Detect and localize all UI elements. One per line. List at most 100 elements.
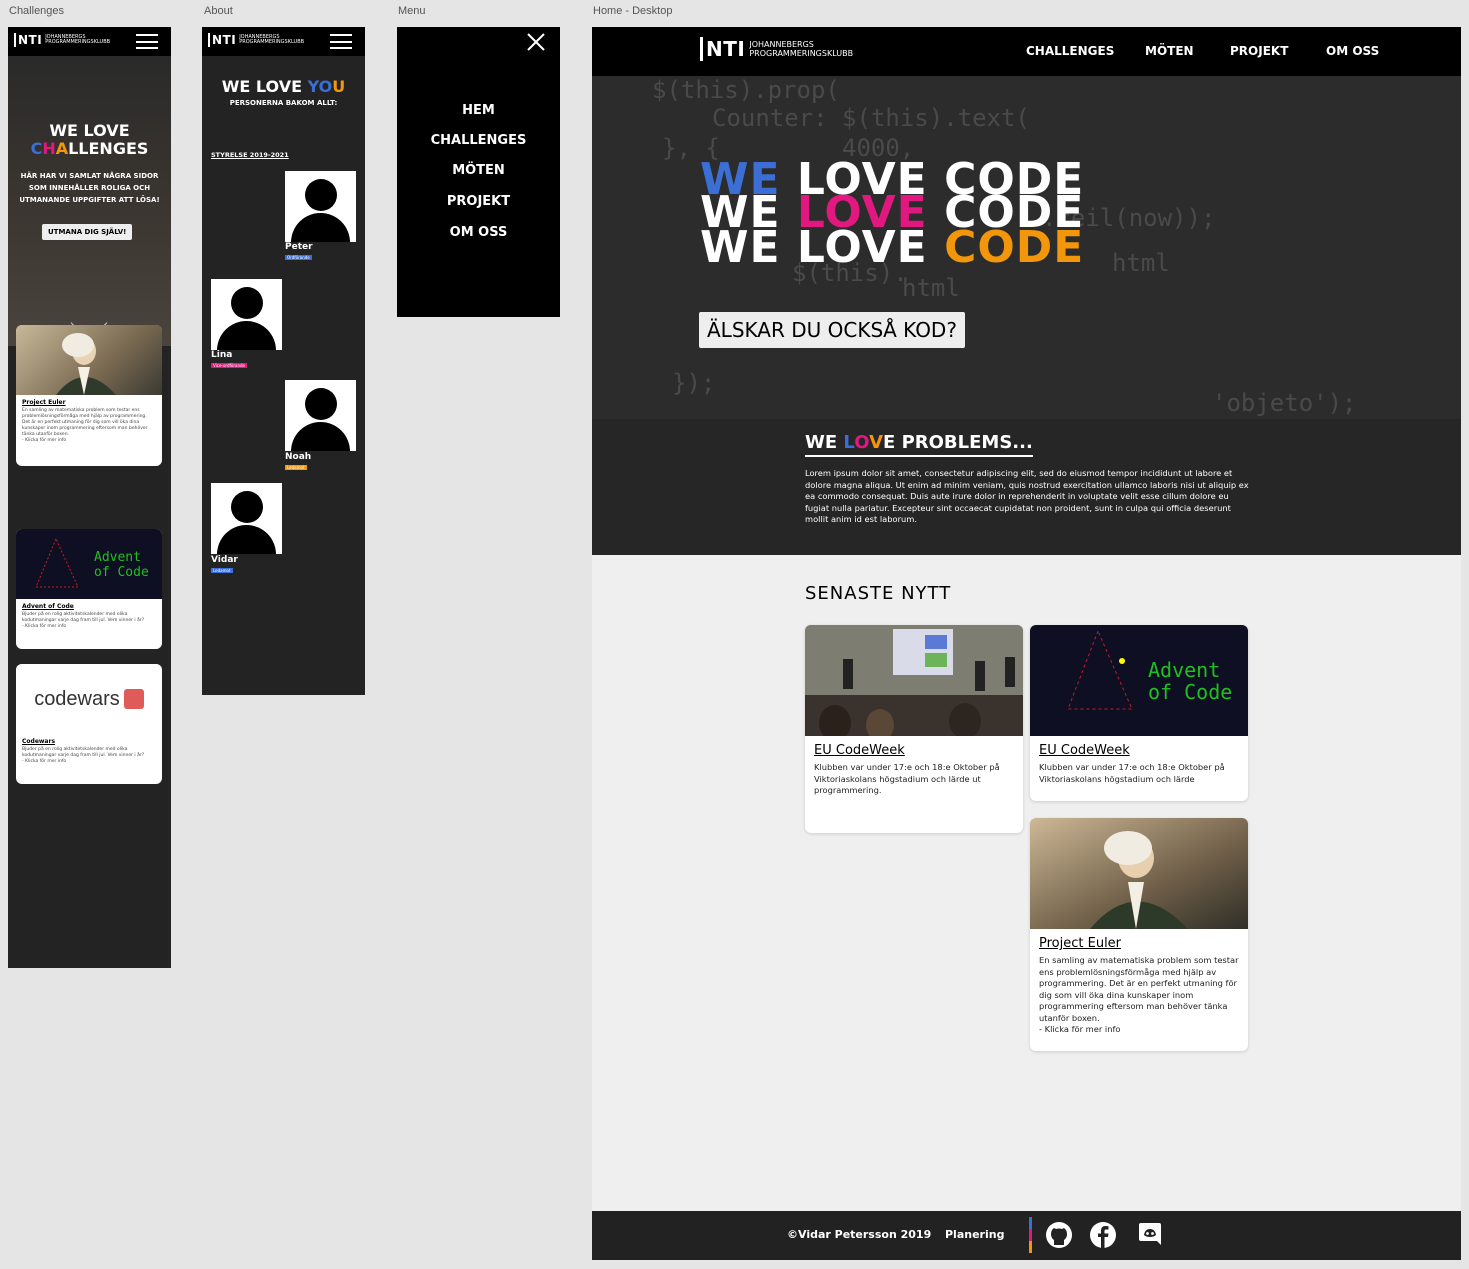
news-card-title[interactable]: Project Euler (1039, 936, 1239, 951)
close-icon[interactable] (527, 33, 545, 51)
news-card-title[interactable]: EU CodeWeek (814, 743, 1014, 758)
nav-moten[interactable]: MÖTEN (1145, 44, 1194, 58)
svg-text:Advent: Advent (94, 550, 141, 565)
logo[interactable]: NTI JOHANNEBERGS PROGRAMMERINGSKLUBB (700, 37, 853, 61)
classroom-photo-icon (805, 625, 1023, 736)
euler-portrait-icon (56, 333, 116, 395)
artboard-label-about: About (204, 5, 233, 17)
card-description: Bjuder på en rolig aktivitetskalender me… (22, 612, 145, 623)
love-code-button[interactable]: ÄLSKAR DU OCKSÅ KOD? (699, 312, 965, 348)
card-more-info: - Klicka för mer info (22, 438, 67, 443)
avatar-noah (285, 380, 356, 451)
challenges-intro: HÄR HAR VI SAMLAT NÅGRA SIDOR SOM INNEHÅ… (19, 172, 160, 204)
menu-item-om-oss[interactable]: OM OSS (397, 225, 560, 240)
news-card-description: Klubben var under 17:e och 18:e Oktober … (1039, 762, 1225, 784)
news-card-title[interactable]: EU CodeWeek (1039, 743, 1239, 758)
card-more-info: - Klicka för mer info (22, 759, 67, 764)
logo-club: JOHANNEBERGS PROGRAMMERINGSKLUBB (45, 34, 111, 45)
advent-image: Advent of Code (1030, 625, 1248, 736)
card-title[interactable]: Advent of Code (22, 603, 156, 610)
svg-text:Advent: Advent (1148, 658, 1220, 682)
github-icon[interactable] (1045, 1221, 1073, 1249)
about-subtitle: PERSONERNA BAKOM ALLT: (229, 99, 338, 107)
svg-text:html: html (1112, 249, 1170, 277)
logo-nti: NTI (700, 37, 745, 61)
challenge-yourself-button[interactable]: UTMANA DIG SJÄLV! (42, 224, 133, 240)
logo[interactable]: NTI JOHANNEBERGS PROGRAMMERINGSKLUBB (208, 33, 304, 47)
avatar-lina (211, 279, 282, 350)
card-more-info: - Klicka för mer info (22, 624, 67, 629)
svg-text:'objeto');: 'objeto'); (1212, 389, 1357, 417)
logo-club: JOHANNEBERGS PROGRAMMERINGSKLUBB (239, 34, 305, 45)
person-name: Peter (285, 242, 313, 252)
avatar-peter (285, 171, 356, 242)
person-name: Vidar (211, 555, 238, 565)
challenges-artboard: NTI JOHANNEBERGS PROGRAMMERINGSKLUBB WE L… (8, 27, 171, 968)
person-name: Noah (285, 452, 312, 462)
challenges-hero: WE LOVE CHALLENGES HÄR HAR VI SAMLAT NÅG… (8, 56, 171, 346)
codewars-wordmark: codewars (34, 687, 120, 710)
news-card-codeweek-1[interactable]: EU CodeWeek Klubben var under 17:e och 1… (805, 625, 1023, 833)
challenges-title: WE LOVE CHALLENGES (30, 121, 149, 158)
hamburger-menu-icon[interactable] (136, 34, 158, 49)
about-title: WE LOVE YOU (221, 77, 346, 96)
artboard-label-desktop: Home - Desktop (593, 5, 673, 17)
footer-divider (1029, 1217, 1032, 1253)
menu-artboard: HEM CHALLENGES MÖTEN PROJEKT OM OSS (397, 27, 560, 317)
hero-line-3: WE LOVE CODE (700, 222, 1085, 273)
card-title[interactable]: Codewars (22, 738, 156, 745)
svg-text:of Code: of Code (1148, 680, 1232, 704)
menu-item-moten[interactable]: MÖTEN (397, 163, 560, 178)
facebook-icon[interactable] (1089, 1221, 1117, 1249)
challenge-card-advent-of-code[interactable]: Advent of Code Advent of Code Bjuder på … (16, 529, 162, 649)
codewars-logo: codewars (16, 664, 162, 734)
person-name: Lina (211, 350, 233, 360)
news-card-codeweek-2[interactable]: Advent of Code EU CodeWeek Klubben var u… (1030, 625, 1248, 801)
news-card-description: En samling av matematiska problem som te… (1039, 955, 1239, 1023)
person-role-badge: Ledamot (285, 465, 307, 470)
news-card-project-euler[interactable]: Project Euler En samling av matematiska … (1030, 818, 1248, 1051)
mobile-nav: NTI JOHANNEBERGS PROGRAMMERINGSKLUBB (202, 27, 365, 56)
nav-challenges[interactable]: CHALLENGES (1026, 44, 1114, 58)
logo[interactable]: NTI JOHANNEBERGS PROGRAMMERINGSKLUBB (14, 33, 110, 47)
avatar-vidar (211, 483, 282, 554)
about-artboard: NTI JOHANNEBERGS PROGRAMMERINGSKLUBB WE L… (202, 27, 365, 695)
nav-om-oss[interactable]: OM OSS (1326, 44, 1379, 58)
logo-nti: NTI (208, 33, 236, 47)
news-heading: SENASTE NYTT (805, 583, 952, 604)
card-description: Bjuder på en rolig aktivitetskalender me… (22, 747, 145, 758)
euler-portrait-image (16, 325, 162, 395)
nav-projekt[interactable]: PROJEKT (1230, 44, 1288, 58)
hamburger-menu-icon[interactable] (330, 34, 352, 49)
person-role-badge: Ledamot (211, 568, 233, 573)
problems-title: WE LOVE PROBLEMS... (805, 432, 1033, 457)
menu-item-hem[interactable]: HEM (397, 103, 560, 118)
euler-portrait-image (1030, 818, 1248, 929)
desktop-nav: NTI JOHANNEBERGS PROGRAMMERINGSKLUBB CHAL… (592, 27, 1461, 76)
news-card-description: Klubben var under 17:e och 18:e Oktober … (814, 762, 1000, 795)
logo-nti: NTI (14, 33, 42, 47)
person-role-badge: Ordförande (285, 255, 312, 260)
board-heading: STYRELSE 2019-2021 (211, 151, 289, 159)
problems-text: Lorem ipsum dolor sit amet, consectetur … (805, 468, 1249, 525)
svg-text:$(this).prop(: $(this).prop( (652, 76, 840, 104)
svg-text:Counter: $(this).text(: Counter: $(this).text( (712, 104, 1030, 132)
menu-item-challenges[interactable]: CHALLENGES (397, 133, 560, 148)
advent-tree-icon: Advent of Code (35, 537, 149, 588)
challenge-card-project-euler[interactable]: Project Euler En samling av matematiska … (16, 325, 162, 466)
artboard-label-challenges: Challenges (9, 5, 65, 17)
discord-icon[interactable] (1136, 1221, 1164, 1249)
menu-item-projekt[interactable]: PROJEKT (397, 194, 560, 209)
codeweek-photo (805, 625, 1023, 736)
footer: ©Vidar Petersson 2019 Planering (592, 1211, 1461, 1260)
euler-portrait-icon (1030, 818, 1248, 929)
card-description: En samling av matematiska problem som te… (22, 408, 148, 437)
person-role-badge: Vice-ordförande (211, 363, 247, 368)
challenge-card-codewars[interactable]: codewars Codewars Bjuder på en rolig akt… (16, 664, 162, 784)
footer-planering-link[interactable]: Planering (945, 1228, 1004, 1241)
advent-image: Advent of Code (16, 529, 162, 599)
desktop-artboard: NTI JOHANNEBERGS PROGRAMMERINGSKLUBB CHAL… (592, 27, 1461, 1260)
svg-text:html: html (902, 274, 960, 302)
svg-text:});: }); (672, 369, 715, 397)
card-title[interactable]: Project Euler (22, 399, 156, 406)
